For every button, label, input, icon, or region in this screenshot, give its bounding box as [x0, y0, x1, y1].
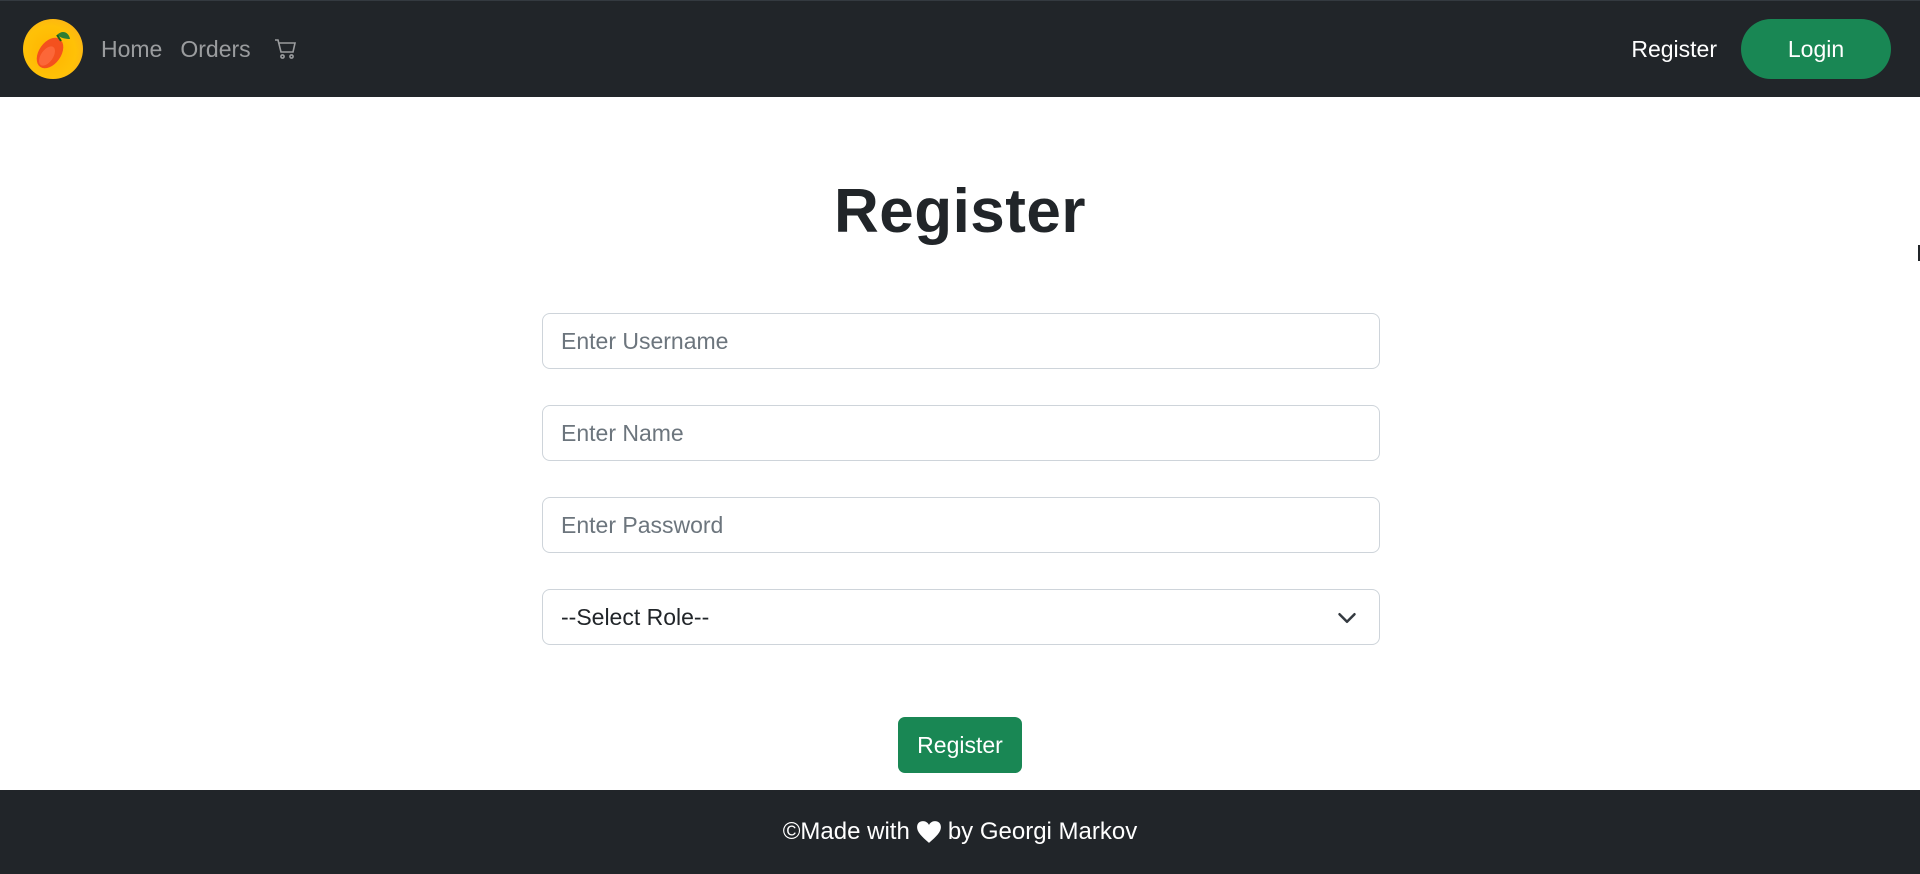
top-navbar: Home Orders Register Login [0, 0, 1920, 97]
nav-orders-link[interactable]: Orders [180, 36, 250, 63]
main-content: Register --Select Role-- Register [0, 97, 1920, 790]
nav-register-link[interactable]: Register [1631, 36, 1717, 63]
cart-icon[interactable] [273, 36, 299, 62]
name-input[interactable] [542, 405, 1380, 461]
footer: ©Made with by Georgi Markov [0, 790, 1920, 874]
mango-logo-icon[interactable] [23, 19, 83, 79]
password-input[interactable] [542, 497, 1380, 553]
footer-suffix: by Georgi Markov [947, 818, 1138, 845]
register-submit-button[interactable]: Register [898, 717, 1022, 773]
login-button[interactable]: Login [1741, 19, 1891, 79]
footer-prefix: ©Made with [782, 818, 910, 845]
heart-icon [916, 821, 941, 843]
nav-home-link[interactable]: Home [101, 36, 162, 63]
chevron-down-icon [1338, 613, 1356, 623]
footer-credit: ©Made with by Georgi Markov [783, 818, 1137, 846]
role-select[interactable]: --Select Role-- [542, 589, 1380, 645]
username-input[interactable] [542, 313, 1380, 369]
role-select-value: --Select Role-- [561, 603, 710, 630]
register-form: --Select Role-- [542, 313, 1380, 645]
page-title: Register [833, 177, 1087, 246]
